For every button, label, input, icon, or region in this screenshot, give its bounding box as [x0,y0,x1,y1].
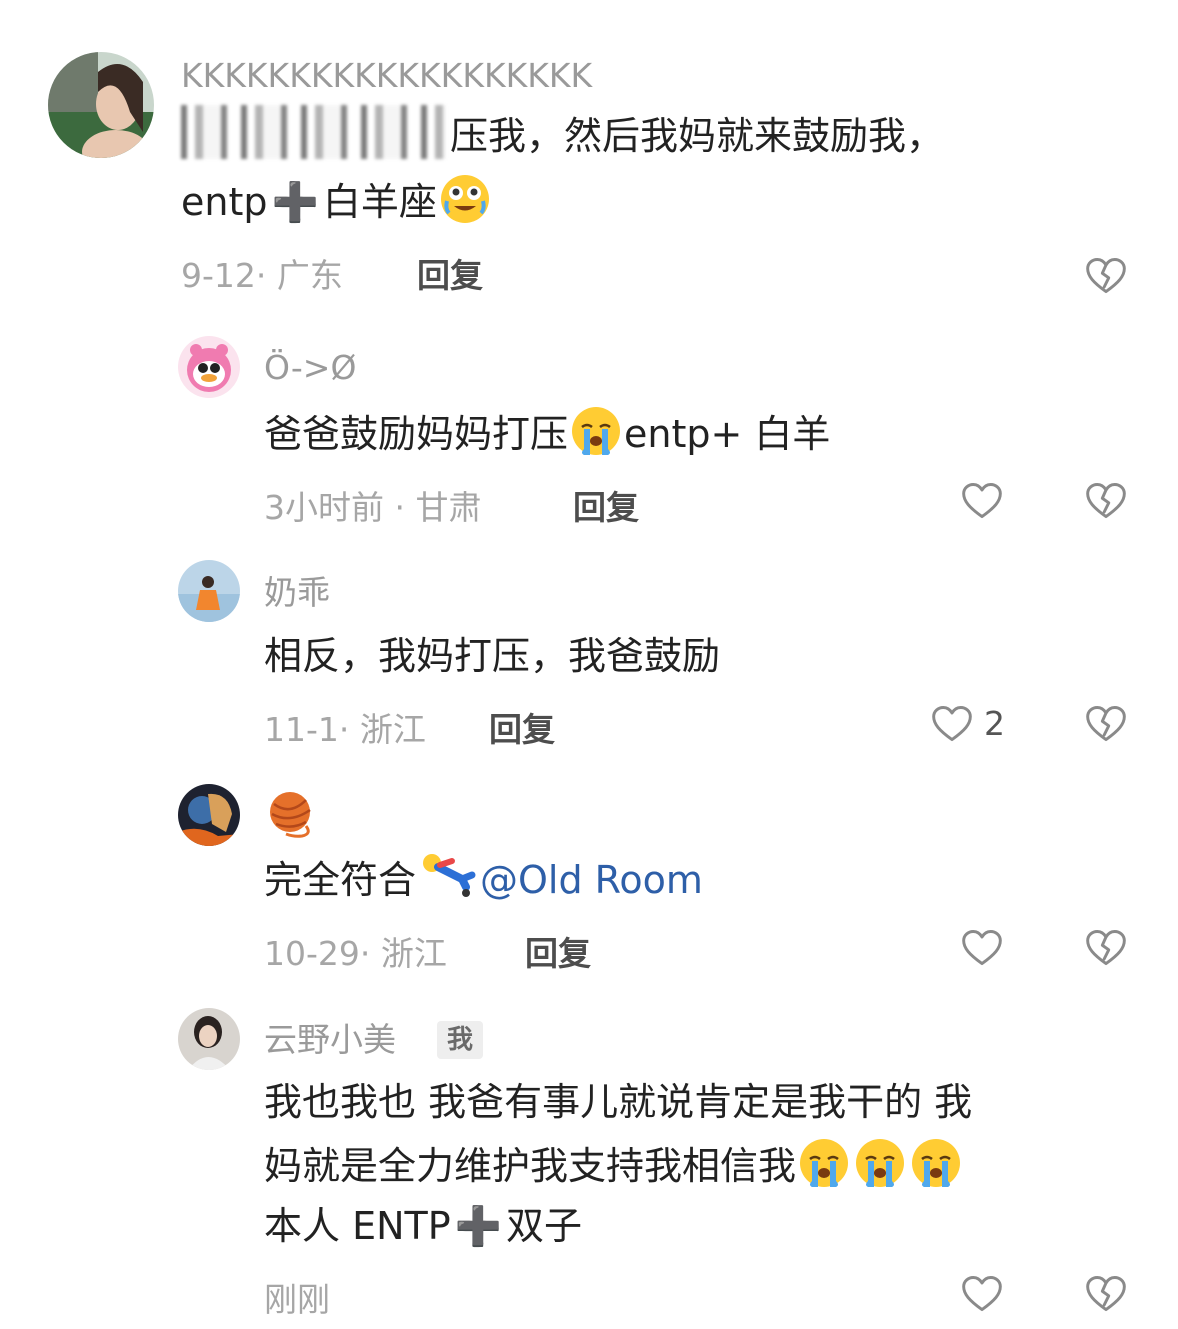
comment-text: 压我，然后我妈就来鼓励我， [181,104,944,168]
broken-heart-icon[interactable] [1084,926,1128,970]
username[interactable]: KKKKKKKKKKKKKKKKKKK [181,56,592,96]
comment-meta: 9-12· 广东 [181,256,343,295]
broken-heart-icon[interactable] [1084,479,1128,523]
reply-button[interactable]: 回复 [573,488,639,528]
heart-outline-icon[interactable] [960,479,1004,523]
comment-meta: 11-1· 浙江 [264,710,426,749]
comment-text-line3: 本人 ENTP ➕ 双子 [264,1194,582,1258]
loudly-crying-emoji-icon [798,1137,850,1189]
comment-text-line2: 妈就是全力维护我支持我相信我 [264,1134,964,1198]
comment-text: 相反，我妈打压，我爸鼓励 [264,634,721,678]
broken-heart-icon[interactable] [1084,702,1128,746]
loudly-crying-emoji-icon [854,1137,906,1189]
tears-of-joy-emoji-icon [439,173,491,225]
username[interactable]: 云野小美 [264,1020,396,1060]
avatar[interactable] [178,1008,240,1070]
broken-heart-icon[interactable] [1084,254,1128,298]
yarn-ball-icon[interactable] [266,790,316,838]
comment-text: 爸爸鼓励妈妈打压 entp+ 白羊 [264,402,830,466]
avatar[interactable] [48,52,154,158]
avatar[interactable] [178,784,240,846]
heart-outline-icon[interactable] [930,702,974,746]
comment-meta: 3小时前 · 甘肃 [264,488,482,527]
falling-person-emoji-icon [418,851,478,903]
comment-meta: 10-29· 浙江 [264,934,447,973]
comment-time: 刚刚 [264,1280,330,1319]
comment-text-line2: entp ➕ 白羊座 [181,170,493,234]
loudly-crying-emoji-icon [910,1137,962,1189]
heart-outline-icon[interactable] [960,926,1004,970]
plus-icon: ➕ [454,1204,502,1248]
broken-heart-icon[interactable] [1084,1272,1128,1316]
comment-text: 完全符合 @Old Room [264,848,703,912]
comment-text: 我也我也 我爸有事儿就说肯定是我干的 我 [264,1080,973,1124]
reply-button[interactable]: 回复 [489,710,555,750]
username[interactable]: Ö->Ø [264,348,356,388]
reply-button[interactable]: 回复 [525,934,591,974]
loudly-crying-emoji-icon [570,405,622,457]
avatar[interactable] [178,336,240,398]
redacted-text [181,105,446,159]
reply-button[interactable]: 回复 [417,256,483,296]
me-badge: 我 [437,1021,484,1059]
heart-outline-icon[interactable] [960,1272,1004,1316]
mention-link[interactable]: @Old Room [480,858,703,902]
plus-icon: ➕ [271,180,319,224]
username[interactable]: 奶乖 [264,573,330,613]
like-count: 2 [984,704,1005,743]
avatar[interactable] [178,560,240,622]
